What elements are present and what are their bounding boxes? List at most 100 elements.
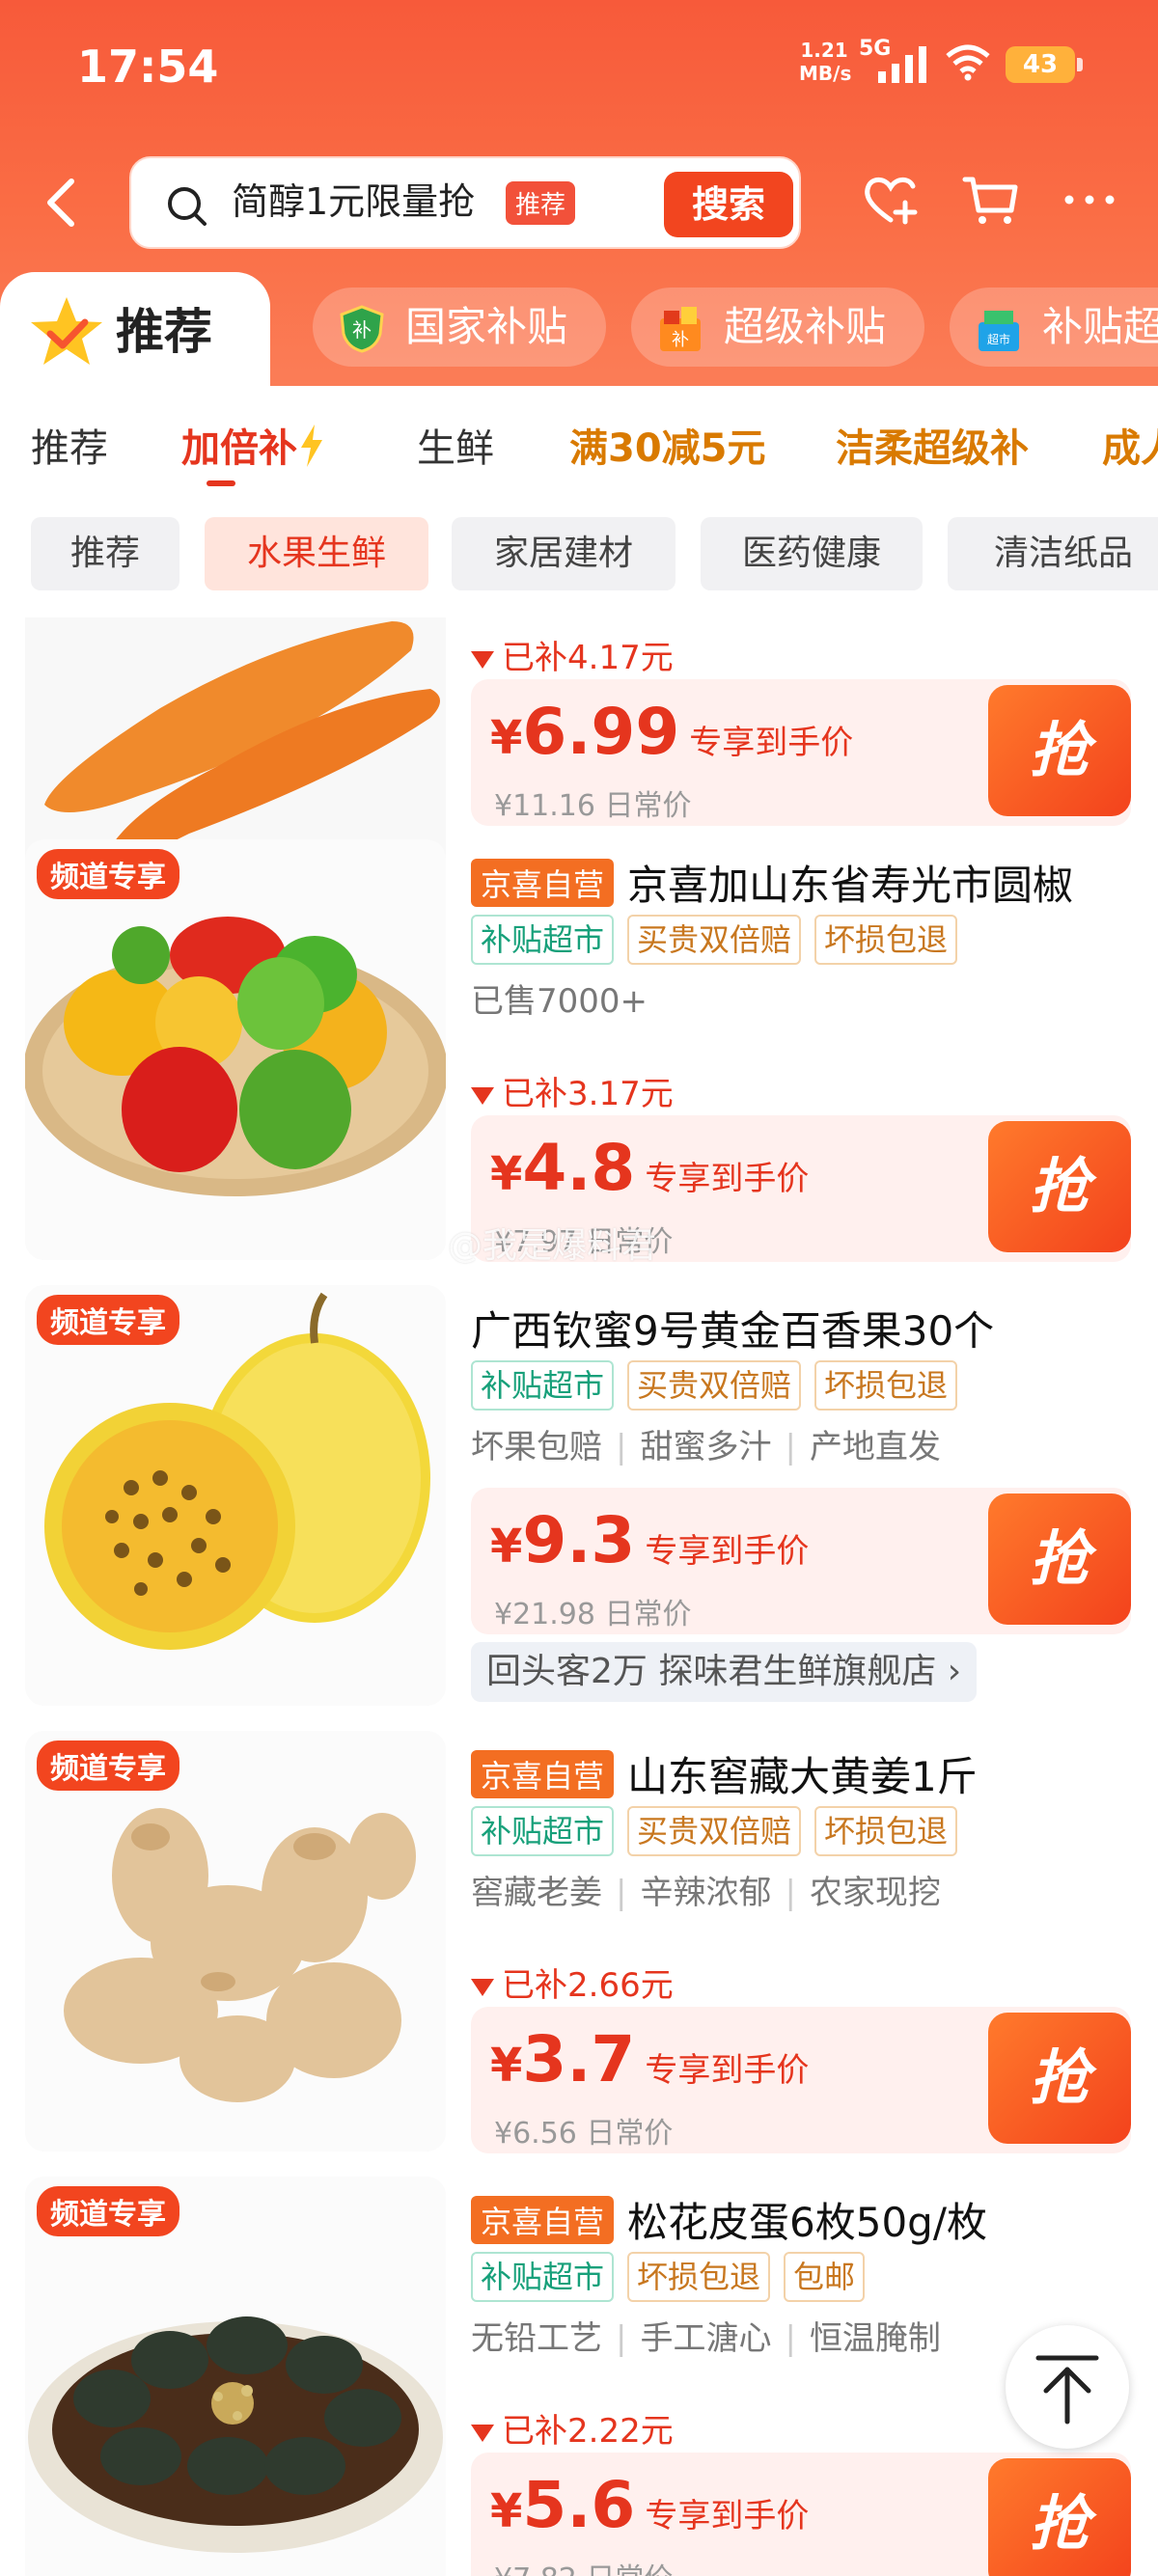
price: ¥9.3 专享到手价 (490, 1503, 810, 1577)
product-image-bell-pepper[interactable]: 频道专享 (25, 839, 446, 1260)
self-run-badge: 京喜自营 (471, 2196, 615, 2244)
search-input[interactable]: 简醇1元限量抢 (232, 178, 475, 226)
product-feed: 已补4.17元 ¥6.99 专享到手价 ¥11.16 日常价 抢 频道专享 京喜自… (0, 617, 1158, 2576)
recommend-badge: 推荐 (506, 181, 576, 225)
subsidy-amount: 已补2.66元 (471, 1959, 674, 2006)
category-recommend[interactable]: 推荐 (0, 272, 270, 386)
product-title[interactable]: 京喜自营 山东窖藏大黄姜1斤 (471, 1744, 1146, 1800)
channel-exclusive-badge: 频道专享 (37, 2186, 179, 2236)
status-bar: 17:54 1.21 MB/s 5G 43 (0, 0, 1158, 135)
grab-button[interactable]: 抢 (988, 685, 1131, 816)
tag: 买贵双倍赔 (627, 915, 802, 965)
tag: 坏损包退 (814, 915, 958, 965)
tab-discount-30-5[interactable]: 满30减5元 (569, 417, 766, 473)
tab-jierou-super-subsidy[interactable]: 洁柔超级补 (836, 417, 1029, 473)
cart-icon[interactable] (961, 170, 1021, 230)
search-icon (168, 187, 207, 226)
tag: 坏损包退 (627, 2252, 771, 2302)
subsidy-amount: 已补2.22元 (471, 2404, 674, 2452)
price: ¥3.7 专享到手价 (490, 2022, 810, 2096)
tag: 买贵双倍赔 (627, 1806, 802, 1856)
product-card[interactable]: 频道专享 京喜自营 山东窖藏大黄姜1斤 补贴超市 买贵双倍赔 坏损包退 窖藏老姜 | 辛辣… (0, 1731, 1158, 2177)
category-national-subsidy[interactable]: 补 国家补贴 (313, 288, 606, 367)
sold-count: 已售7000+ (471, 982, 648, 1021)
back-to-top-button[interactable] (1006, 2325, 1129, 2449)
down-arrow-icon (471, 2425, 494, 2442)
price: ¥5.6 专享到手价 (490, 2468, 810, 2542)
subtab-medicine-health[interactable]: 医药健康 (701, 517, 923, 590)
signal-icon (878, 46, 926, 83)
net-speed: 1.21 MB/s (799, 39, 852, 85)
svg-text:补: 补 (672, 330, 689, 350)
grab-button[interactable]: 抢 (988, 1494, 1131, 1625)
original-price: ¥7.82 日常价 (494, 2555, 673, 2576)
grab-button[interactable]: 抢 (988, 2013, 1131, 2144)
category-subsidy-supermarket[interactable]: 超市 补贴超 (950, 288, 1158, 367)
subtab-cleaning-paper[interactable]: 清洁纸品 (948, 517, 1158, 590)
product-image-passion-fruit[interactable]: 频道专享 (25, 1285, 446, 1706)
search-button[interactable]: 搜索 (664, 172, 793, 237)
grab-button[interactable]: 抢 (988, 2458, 1131, 2576)
battery-indicator: 43 (1006, 46, 1083, 83)
category-label: 国家补贴 (405, 303, 568, 350)
category-row: 推荐 补 国家补贴 补 超级补贴 超市 补贴超 (0, 272, 1158, 386)
original-price: ¥11.16 日常价 (494, 789, 692, 823)
search-bar[interactable]: 简醇1元限量抢 推荐 搜索 (129, 156, 801, 249)
grab-button[interactable]: 抢 (988, 1121, 1131, 1252)
lightning-icon (301, 425, 322, 467)
tag-row: 补贴超市 坏损包退 包邮 (471, 2252, 878, 2302)
tag: 补贴超市 (471, 2252, 615, 2302)
tab-fresh[interactable]: 生鲜 (417, 417, 494, 473)
channel-exclusive-badge: 频道专享 (37, 1295, 179, 1345)
subsidy-amount: 已补4.17元 (471, 631, 674, 678)
tag: 包邮 (784, 2252, 866, 2302)
category-label: 补贴超 (1042, 303, 1158, 350)
shop-link[interactable]: 回头客2万 探味君生鲜旗舰店 › (471, 1642, 978, 1702)
wifi-icon (946, 44, 990, 81)
tab-adult[interactable]: 成人 (1102, 417, 1158, 473)
tag: 补贴超市 (471, 915, 615, 965)
subsidy-amount: 已补3.17元 (471, 1067, 674, 1114)
product-title[interactable]: 京喜自营 京喜加山东省寿光市圆椒 (471, 853, 1146, 909)
heart-plus-icon[interactable] (861, 170, 921, 230)
arrow-up-icon (1035, 2355, 1099, 2425)
tag: 坏损包退 (814, 1360, 958, 1411)
tab-underline (207, 480, 235, 486)
tab-recommend[interactable]: 推荐 (31, 417, 108, 473)
product-card[interactable]: 频道专享 京喜自营 松花皮蛋6枚50g/枚 补贴超市 坏损包退 包邮 无铅工艺 | 手工溏… (0, 2177, 1158, 2576)
supermarket-bag-icon: 超市 (979, 311, 1019, 351)
price-box: ¥9.3 专享到手价 ¥21.98 日常价 抢 (471, 1488, 1131, 1634)
tag-row: 补贴超市 买贵双倍赔 坏损包退 (471, 1806, 971, 1856)
shield-icon: 补 (340, 305, 384, 353)
original-price: ¥6.56 日常价 (494, 2117, 674, 2151)
down-arrow-icon (471, 651, 494, 669)
product-title[interactable]: 京喜自营 松花皮蛋6枚50g/枚 (471, 2190, 1146, 2246)
tab-bar: 推荐 加倍补 生鲜 满30减5元 洁柔超级补 成人 (0, 386, 1158, 509)
svg-text:超市: 超市 (987, 332, 1010, 346)
tag: 补贴超市 (471, 1806, 615, 1856)
feature-row: 坏果包赔 | 甜蜜多汁 | 产地直发 (471, 1428, 941, 1466)
subtab-recommend[interactable]: 推荐 (31, 517, 179, 590)
down-arrow-icon (471, 1979, 494, 1996)
self-run-badge: 京喜自营 (471, 859, 615, 907)
down-arrow-icon (471, 1087, 494, 1105)
product-title[interactable]: 广西钦蜜9号黄金百香果30个 (471, 1299, 1146, 1355)
svg-text:补: 补 (352, 318, 372, 342)
category-label: 超级补贴 (724, 303, 887, 350)
product-image-century-egg[interactable]: 频道专享 (25, 2177, 446, 2576)
subtab-fruit-fresh[interactable]: 水果生鲜 (205, 517, 428, 590)
channel-exclusive-badge: 频道专享 (37, 849, 179, 899)
back-arrow-icon[interactable] (39, 174, 87, 232)
category-label: 推荐 (116, 304, 212, 360)
subtab-home-building[interactable]: 家居建材 (452, 517, 676, 590)
channel-exclusive-badge: 频道专享 (37, 1740, 179, 1791)
self-run-badge: 京喜自营 (471, 1750, 615, 1798)
more-icon[interactable] (1060, 170, 1119, 230)
price-box: ¥6.99 专享到手价 ¥11.16 日常价 抢 (471, 679, 1131, 826)
category-super-subsidy[interactable]: 补 超级补贴 (631, 288, 924, 367)
product-image-ginger[interactable]: 频道专享 (25, 1731, 446, 2151)
gift-box-icon: 补 (660, 307, 701, 351)
price: ¥6.99 专享到手价 (490, 695, 854, 769)
star-icon (31, 297, 102, 365)
tab-double-subsidy[interactable]: 加倍补 (181, 417, 326, 473)
